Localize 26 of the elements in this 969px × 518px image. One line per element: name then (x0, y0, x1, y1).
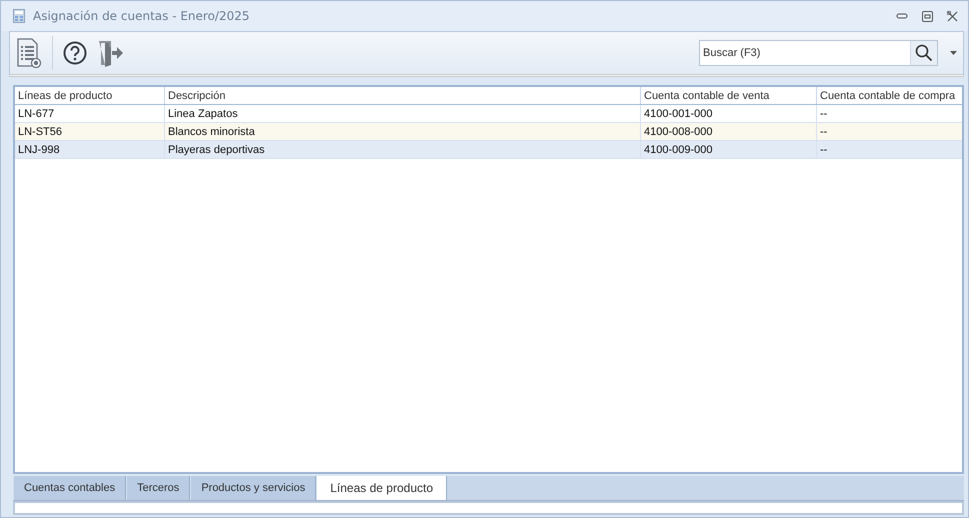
search-button[interactable] (910, 40, 938, 66)
table-cell: 4100-009-000 (640, 140, 816, 158)
help-icon[interactable] (63, 41, 87, 65)
table-cell: Playeras deportivas (164, 140, 640, 158)
column-header[interactable]: Líneas de producto (15, 87, 164, 104)
tab[interactable]: Terceros (126, 476, 190, 500)
dropdown-caret-icon[interactable] (950, 51, 957, 55)
column-header[interactable]: Descripción (164, 87, 640, 104)
table-row[interactable]: LN-ST56 Blancos minorista 4100-008-000 -- (15, 122, 962, 140)
search-field[interactable]: Buscar (F3) (699, 40, 910, 66)
window-title: Asignación de cuentas - Enero/2025 (33, 9, 250, 23)
document-list-icon[interactable] (16, 38, 42, 68)
search-icon (915, 44, 933, 62)
column-header[interactable]: Cuenta contable de venta (640, 87, 816, 104)
close-icon[interactable] (947, 10, 958, 22)
exit-door-icon[interactable] (97, 39, 123, 67)
table-cell: LNJ-998 (15, 140, 164, 158)
tab[interactable]: Líneas de producto (316, 476, 447, 500)
tab[interactable]: Cuentas contables (13, 476, 126, 500)
maximize-icon[interactable] (922, 10, 933, 22)
table-cell: -- (816, 140, 962, 158)
minimize-icon[interactable] (896, 12, 908, 20)
table-row[interactable]: LNJ-998 Playeras deportivas 4100-009-000 -- (15, 140, 962, 158)
calculator-icon (13, 9, 25, 23)
column-header[interactable]: Cuenta contable de compra (816, 87, 962, 104)
tab[interactable]: Productos y servicios (190, 476, 316, 500)
